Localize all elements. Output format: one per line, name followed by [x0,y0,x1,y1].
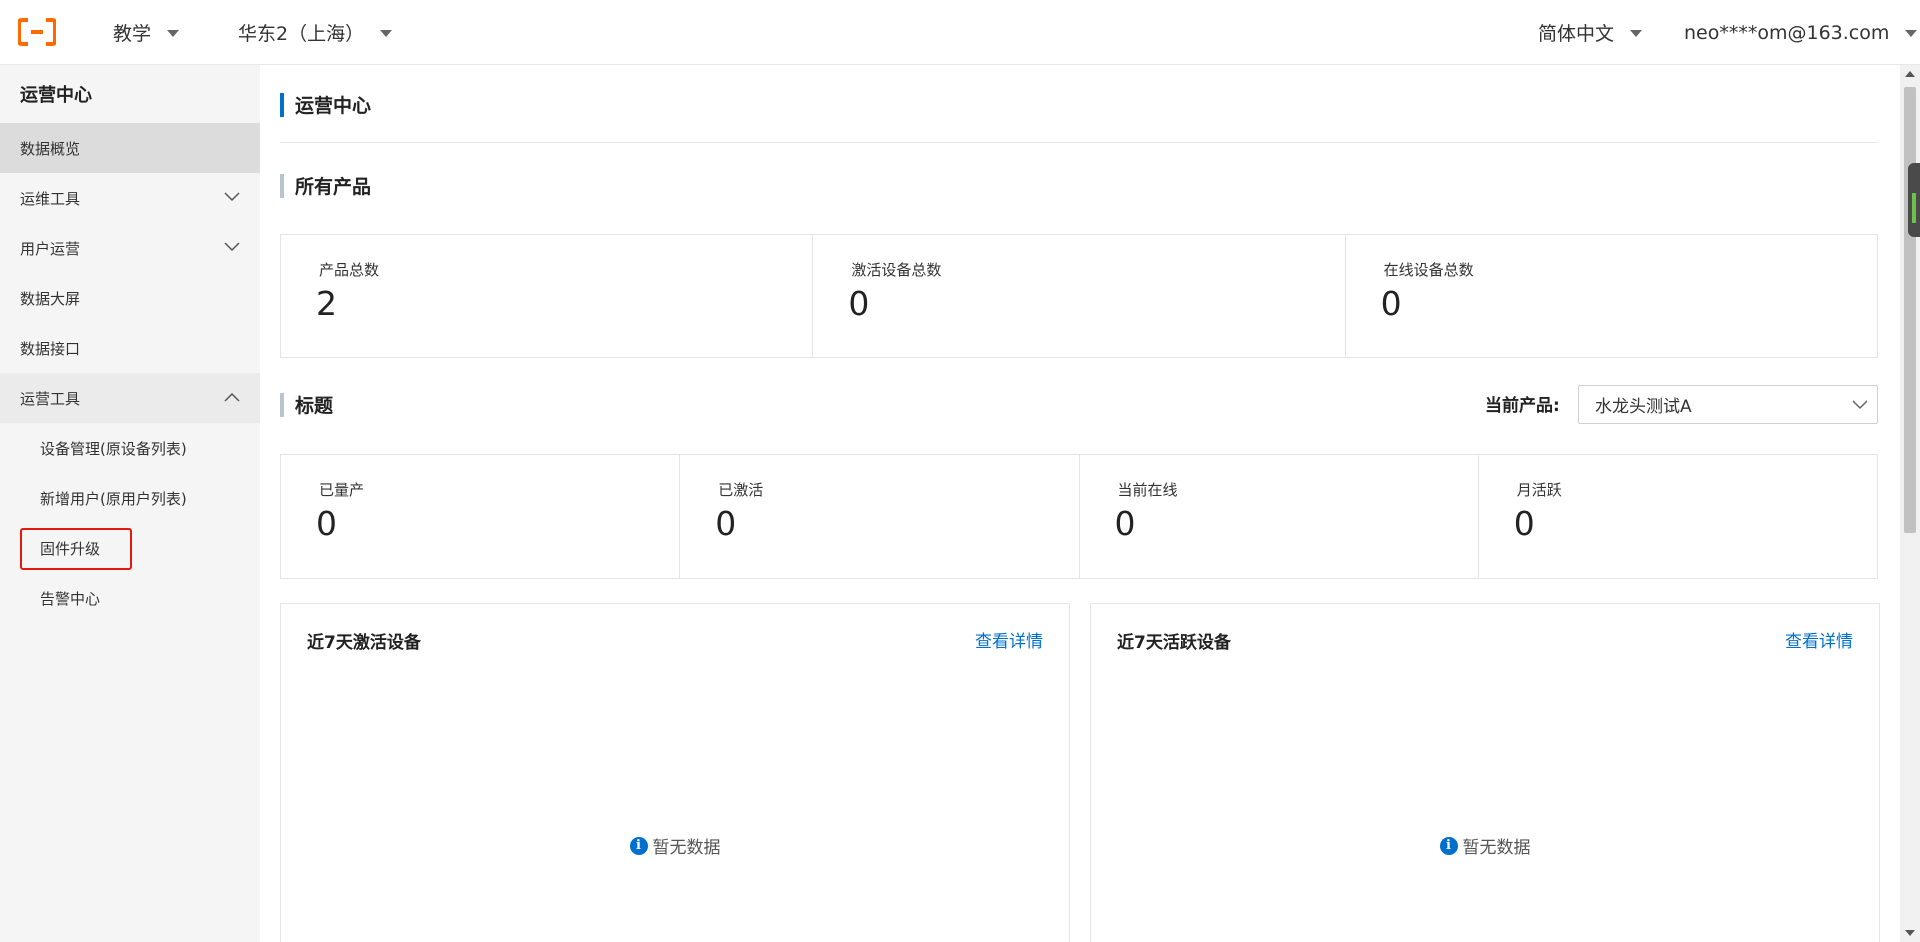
caret-down-icon [1630,30,1643,37]
workspace-label: 教学 [113,23,152,45]
all-products-title: 所有产品 [295,176,372,198]
account-dropdown[interactable]: neo****om@163.com [1684,0,1918,65]
sidebar-item-label: 数据接口 [20,339,81,358]
product-stats: 已量产 0 已激活 0 当前在线 0 月活跃 0 [280,454,1878,579]
workspace-dropdown[interactable]: 教学 [113,0,180,65]
sidebar-item-ops-tools[interactable]: 运维工具 [0,173,260,223]
stat-value: 0 [1380,284,1402,323]
empty-text: 暂无数据 [1462,838,1531,858]
stat-value: 0 [848,284,870,323]
side-floating-widget[interactable] [1908,163,1920,237]
main-content: 运营中心 所有产品 产品总数 2 激活设备总数 0 在线设备总数 0 标题 当前… [260,65,1900,942]
sidebar-subitem-label: 设备管理(原设备列表) [40,439,187,458]
stat-label: 已激活 [718,481,764,499]
scroll-down-arrow-icon[interactable] [1905,930,1915,936]
stat-label: 在线设备总数 [1383,261,1474,279]
stat-product-total: 产品总数 2 [281,235,814,357]
active-devices-7d-card: 近7天活跃设备 查看详情 i 暂无数据 [1090,603,1880,942]
page-title-text: 运营中心 [295,95,372,117]
stat-value: 0 [715,504,737,543]
chevron-down-icon [1852,400,1868,410]
sidebar-subitem-alert-center[interactable]: 告警中心 [0,573,260,623]
view-details-link[interactable]: 查看详情 [1785,627,1853,652]
stat-label: 产品总数 [319,261,380,279]
stat-value: 0 [1114,504,1136,543]
aliyun-logo-icon[interactable] [18,18,56,46]
heading-accent-bar [280,392,284,417]
current-product-select[interactable]: 水龙头测试A [1578,385,1878,424]
sidebar-subitem-label: 新增用户(原用户列表) [40,489,187,508]
language-label: 简体中文 [1538,23,1615,45]
card-title: 近7天活跃设备 [1117,633,1231,653]
sidebar-item-label: 数据概览 [20,139,81,158]
selected-product-value: 水龙头测试A [1595,397,1692,417]
product-section-title: 标题 [295,395,334,417]
info-icon: i [1439,836,1458,855]
chevron-down-icon [224,242,240,252]
stat-label: 月活跃 [1516,481,1562,499]
card-title: 近7天激活设备 [307,633,421,653]
sidebar-title: 运营中心 [20,85,92,106]
sidebar-subitem-device-management[interactable]: 设备管理(原设备列表) [0,423,260,473]
caret-down-icon [380,30,393,37]
sidebar-subitem-label: 告警中心 [40,589,101,608]
activated-devices-7d-card: 近7天激活设备 查看详情 i 暂无数据 [280,603,1070,942]
all-products-stats: 产品总数 2 激活设备总数 0 在线设备总数 0 [280,234,1878,358]
sidebar-item-data-screen[interactable]: 数据大屏 [0,273,260,323]
product-section-heading: 标题 [280,391,333,418]
scrollbar-thumb[interactable] [1904,87,1916,533]
stat-label: 激活设备总数 [851,261,942,279]
region-dropdown[interactable]: 华东2（上海） [238,0,393,65]
heading-accent-bar [280,173,284,198]
title-accent-bar [280,92,284,117]
highlight-box [20,528,132,570]
sidebar-subitem-firmware-upgrade[interactable]: 固件升级 [0,523,260,573]
stat-label: 当前在线 [1117,481,1178,499]
account-label: neo****om@163.com [1684,21,1890,44]
chevron-up-icon [224,392,240,402]
stat-value: 0 [316,504,337,543]
stat-label: 已量产 [319,481,365,499]
empty-text: 暂无数据 [652,838,721,858]
sidebar-item-data-overview[interactable]: 数据概览 [0,123,260,173]
stat-activated-devices-total: 激活设备总数 0 [813,235,1346,357]
sidebar-item-label: 数据大屏 [20,289,81,308]
current-product-label: 当前产品: [1485,396,1560,416]
sidebar-item-label: 运营工具 [20,389,81,408]
sidebar-subitem-new-users[interactable]: 新增用户(原用户列表) [0,473,260,523]
caret-down-icon [167,30,180,37]
sidebar-item-user-operations[interactable]: 用户运营 [0,223,260,273]
top-navigation-bar: 教学 华东2（上海） 简体中文 neo****om@163.com [0,0,1920,65]
chevron-down-icon [224,192,240,202]
region-label: 华东2（上海） [238,23,365,45]
all-products-heading: 所有产品 [280,172,371,199]
stat-online-devices-total: 在线设备总数 0 [1346,235,1877,357]
stat-currently-online: 当前在线 0 [1080,455,1479,578]
stat-value: 2 [316,284,337,323]
sidebar-item-label: 运维工具 [20,189,81,208]
caret-down-icon [1905,30,1918,37]
info-icon: i [629,836,648,855]
stat-value: 0 [1513,504,1535,543]
page-title: 运营中心 [280,91,371,118]
sidebar-item-data-api[interactable]: 数据接口 [0,323,260,373]
view-details-link[interactable]: 查看详情 [975,627,1043,652]
scroll-up-arrow-icon[interactable] [1905,71,1915,77]
language-dropdown[interactable]: 简体中文 [1538,0,1643,65]
stat-activated: 已激活 0 [680,455,1080,578]
empty-state: i 暂无数据 [281,833,1069,858]
sidebar-item-label: 用户运营 [20,239,81,258]
stat-monthly-active: 月活跃 0 [1479,455,1877,578]
empty-state: i 暂无数据 [1091,833,1879,858]
divider [280,142,1878,143]
stat-mass-produced: 已量产 0 [281,455,681,578]
sidebar: 运营中心 数据概览 运维工具 用户运营 数据大屏 数据接口 运营工具 设备管理(… [0,65,260,942]
sidebar-item-operation-tools[interactable]: 运营工具 [0,373,260,423]
